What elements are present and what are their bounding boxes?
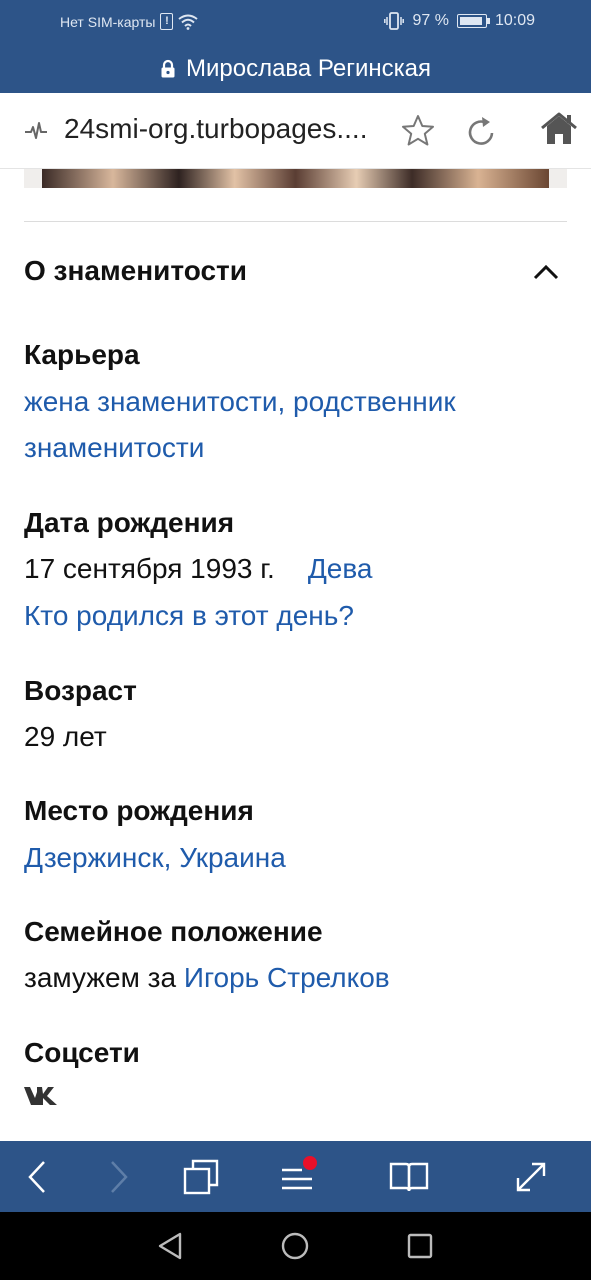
reader-button[interactable] [378,1141,440,1212]
url-field[interactable]: 24smi-org.turbopages.... [64,113,368,145]
age-label: Возраст [24,675,137,706]
nav-recents-icon [407,1233,433,1259]
forward-button[interactable] [90,1141,148,1212]
fullscreen-button[interactable] [500,1141,562,1212]
tabs-button[interactable] [170,1141,232,1212]
birth-date-text: 17 сентября 1993 г. [24,553,275,584]
battery-percent: 97 % [412,12,449,29]
marital-status-value: замужем за Игорь Стрелков [24,962,390,994]
status-right: 97 % 10:09 [384,12,535,30]
notification-badge [302,1155,318,1171]
marital-prefix: замужем за [24,962,177,993]
nav-home-icon [281,1232,309,1260]
back-button[interactable] [8,1141,66,1212]
page-title: Мирослава Регинская [185,54,432,82]
system-nav-bar [0,1212,591,1280]
birth-date-label: Дата рождения [24,507,235,538]
status-left: Нет SIM-карты ! [60,13,199,30]
tabs-icon [183,1159,219,1194]
address-bar[interactable]: 24smi-org.turbopages.... [0,93,591,169]
status-bar: Нет SIM-карты ! 97 % 10:09 [0,0,591,44]
career-link[interactable]: жена знаменитости, родственник [24,386,456,418]
battery-icon [456,14,490,28]
born-this-day-link[interactable]: Кто родился в этот день? [24,600,354,632]
section-divider [24,221,567,222]
birth-place-link[interactable]: Дзержинск, Украина [24,842,286,874]
birth-date-value: 17 сентября 1993 г. Дева [24,553,373,585]
career-label: Карьера [24,339,140,370]
marital-status-label: Семейное положение [24,916,323,947]
vk-icon[interactable] [24,1086,58,1106]
pulse-icon [25,122,47,139]
nav-home-button[interactable] [265,1212,325,1280]
nav-back-button[interactable] [140,1212,200,1280]
nav-recents-button[interactable] [390,1212,450,1280]
vibrate-icon [384,12,405,30]
lock-icon [161,59,175,77]
clock: 10:09 [494,12,535,29]
reload-icon[interactable] [465,114,497,148]
carrier-text: Нет SIM-карты [60,13,156,30]
celebrity-photo [24,169,567,188]
nav-back-icon [158,1232,182,1260]
wifi-icon [178,14,199,30]
menu-button[interactable] [266,1141,328,1212]
home-icon[interactable] [540,111,578,147]
career-link-continued[interactable]: знаменитости [24,432,204,464]
browser-toolbar [0,1141,591,1212]
reader-icon [389,1162,429,1191]
age-value: 29 лет [24,721,107,752]
social-label: Соцсети [24,1037,140,1068]
star-icon[interactable] [400,113,436,149]
birth-place-label: Место рождения [24,795,254,826]
back-icon [28,1160,45,1193]
celebrity-photo-image [42,169,549,188]
spouse-link[interactable]: Игорь Стрелков [184,962,390,993]
forward-icon [111,1160,128,1193]
chevron-up-icon[interactable] [532,263,560,281]
fullscreen-icon [516,1162,546,1191]
page-title-bar: Мирослава Регинская [0,44,591,93]
zodiac-link[interactable]: Дева [308,553,373,584]
sim-warning-icon: ! [160,13,174,30]
about-section-title[interactable]: О знаменитости [24,255,247,287]
